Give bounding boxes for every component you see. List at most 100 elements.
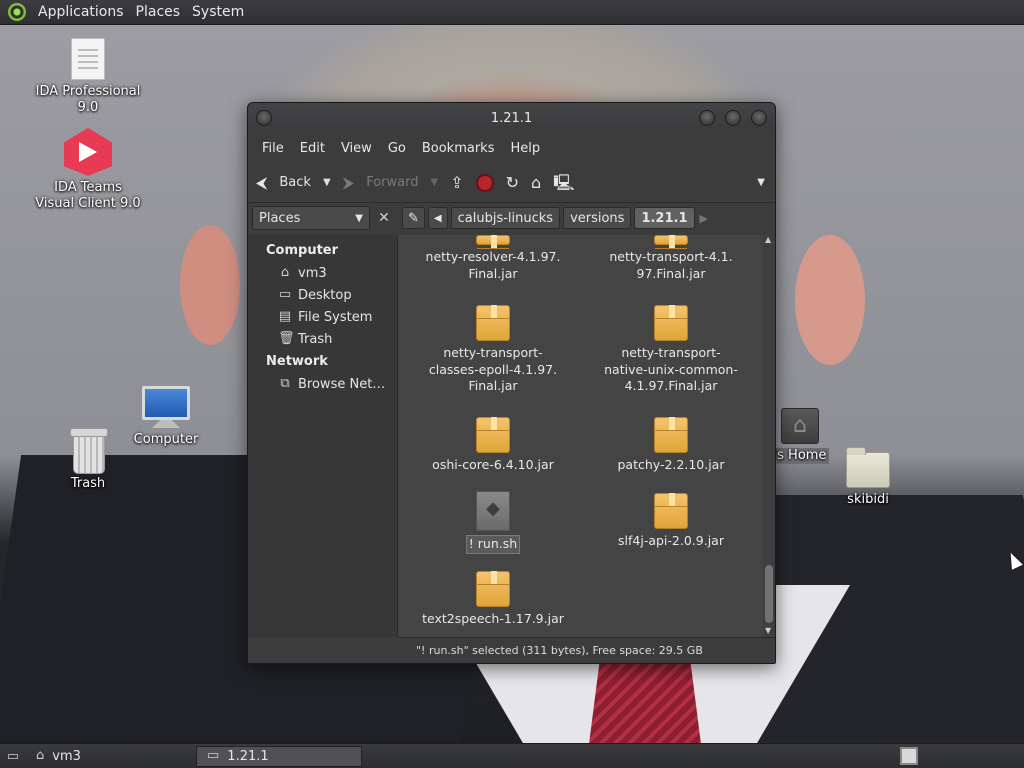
arrow-right-icon: ⮞ [342, 172, 355, 192]
menu-bookmarks[interactable]: Bookmarks [414, 141, 503, 156]
desktop-icon-label: Trash [70, 476, 106, 491]
forward-button[interactable]: ⮞ Forward ▼ [342, 172, 439, 192]
breadcrumb-item[interactable]: calubjs-linucks [450, 207, 561, 229]
toggle-location-entry-button[interactable]: ✎ [402, 207, 425, 229]
desktop-icon-ida-teams[interactable]: IDA Teams Visual Client 9.0 [28, 128, 148, 212]
file-name: slf4j-api-2.0.9.jar [618, 533, 724, 548]
close-sidebar-button[interactable]: ✕ [374, 207, 394, 229]
taskbar-item-vm3[interactable]: ⌂ vm3 [26, 746, 192, 767]
distro-logo-icon[interactable] [8, 3, 26, 21]
sidebar-item-label: Desktop [298, 287, 352, 303]
package-icon [654, 417, 688, 453]
scroll-up-icon[interactable]: ▲ [765, 235, 771, 244]
file-item[interactable]: text2speech-1.17.9.jar [408, 571, 578, 628]
menubar: File Edit View Go Bookmarks Help [248, 133, 775, 163]
file-item[interactable]: oshi-core-6.4.10.jar [408, 417, 578, 474]
desktop-icon-trash[interactable]: Trash [28, 428, 148, 492]
close-icon: ✕ [378, 210, 390, 226]
sidebar-item-file-system[interactable]: ▤ File System [248, 306, 397, 328]
up-button[interactable]: ⇪ [450, 174, 463, 191]
computer-stand-icon [152, 420, 180, 428]
home-button[interactable]: ⌂ [531, 174, 541, 191]
maximize-button[interactable] [725, 110, 741, 126]
file-item[interactable]: slf4j-api-2.0.9.jar [586, 493, 756, 550]
reload-button[interactable]: ↻ [505, 172, 520, 192]
file-name: netty-transport-4.1. 97.Final.jar [609, 249, 733, 281]
file-name: oshi-core-6.4.10.jar [432, 457, 554, 472]
status-bar: "! run.sh" selected (311 bytes), Free sp… [398, 637, 775, 663]
package-icon [654, 493, 688, 529]
menu-view[interactable]: View [333, 141, 380, 156]
close-button[interactable] [751, 110, 767, 126]
file-item[interactable]: netty-transport-4.1. 97.Final.jar [586, 235, 756, 282]
vertical-scrollbar[interactable]: ▲ ▼ [763, 235, 775, 637]
location-bar: Places ▼ ✕ ✎ ◀ calubjs-linucks versions … [248, 203, 775, 233]
desktop-icon-skibidi[interactable]: skibidi [808, 447, 928, 508]
workspace-switcher[interactable] [900, 747, 918, 765]
sidebar-selector[interactable]: Places ▼ [252, 206, 370, 230]
breadcrumb-scroll-left-button[interactable]: ◀ [427, 207, 448, 229]
shell-script-icon [476, 491, 510, 531]
taskbar-item-file-manager[interactable]: ▭ 1.21.1 [196, 745, 362, 767]
drive-icon: ▤ [278, 309, 292, 324]
desktop-icon-label: skibidi [847, 492, 889, 507]
stop-button[interactable] [475, 173, 494, 192]
sidebar-item-label: vm3 [298, 265, 327, 281]
computer-icon: 🖳 [553, 172, 575, 192]
chevron-left-icon: ◀ [433, 212, 442, 224]
back-history-dropdown-icon[interactable]: ▼ [323, 177, 331, 188]
package-icon [654, 305, 688, 341]
scrollbar-thumb[interactable] [765, 565, 773, 623]
forward-label: Forward [366, 175, 419, 190]
file-name: text2speech-1.17.9.jar [422, 611, 564, 626]
menu-places[interactable]: Places [132, 4, 185, 20]
file-name: ! run.sh [465, 535, 521, 554]
reload-icon: ↻ [505, 172, 520, 192]
menu-file[interactable]: File [254, 141, 292, 156]
toolbar: ⮜ Back ▼ ⮞ Forward ▼ ⇪ ↻ ⌂ 🖳 ▼ [248, 163, 775, 203]
document-icon [71, 38, 105, 80]
file-manager-window: 1.21.1 File Edit View Go Bookmarks Help … [247, 102, 776, 664]
package-icon [476, 417, 510, 453]
menu-help[interactable]: Help [502, 141, 548, 156]
taskbar-item-label: 1.21.1 [227, 748, 269, 764]
computer-button[interactable]: 🖳 [553, 172, 575, 192]
arrow-left-icon: ⮜ [256, 172, 268, 192]
window-menu-button[interactable] [256, 110, 272, 126]
toolbar-overflow-icon[interactable]: ▼ [757, 177, 765, 188]
menu-system[interactable]: System [188, 4, 248, 20]
file-item[interactable]: patchy-2.2.10.jar [586, 417, 756, 474]
file-grid: netty-resolver-4.1.97. Final.jar netty-t… [398, 235, 775, 637]
file-name: netty-transport- native-unix-common- 4.1… [604, 345, 738, 393]
forward-history-dropdown-icon[interactable]: ▼ [431, 177, 439, 188]
file-name: netty-resolver-4.1.97. Final.jar [425, 249, 561, 281]
file-item[interactable]: netty-transport- classes-epoll-4.1.97. F… [408, 305, 578, 395]
sidebar-item-browse-network[interactable]: ⧉ Browse Net… [248, 373, 397, 395]
minimize-button[interactable] [699, 110, 715, 126]
menu-edit[interactable]: Edit [292, 141, 333, 156]
sidebar-heading-network: Network [266, 354, 328, 369]
show-desktop-icon: ▭ [6, 748, 20, 764]
file-item[interactable]: netty-resolver-4.1.97. Final.jar [408, 235, 578, 282]
desktop-icon-ida-pro[interactable]: IDA Professional 9.0 [28, 38, 148, 116]
home-icon: ⌂ [36, 748, 45, 763]
scroll-down-icon[interactable]: ▼ [765, 626, 771, 635]
desktop-icon-label: IDA Professional 9.0 [35, 84, 141, 115]
status-text: "! run.sh" selected (311 bytes), Free sp… [416, 644, 703, 657]
folder-icon: ▭ [278, 287, 292, 302]
sidebar-item-trash[interactable]: 🗑 Trash [248, 328, 397, 350]
sidebar-item-desktop[interactable]: ▭ Desktop [248, 284, 397, 306]
file-item-selected[interactable]: ! run.sh [408, 491, 578, 554]
back-button[interactable]: ⮜ Back ▼ [256, 172, 331, 192]
breadcrumb-item-current[interactable]: 1.21.1 [634, 207, 695, 229]
show-desktop-button[interactable]: ▭ [0, 744, 26, 768]
folder-icon: ▭ [207, 748, 220, 763]
sidebar-item-vm3[interactable]: ⌂ vm3 [248, 262, 397, 284]
window-titlebar[interactable]: 1.21.1 [248, 103, 775, 133]
file-item[interactable]: netty-transport- native-unix-common- 4.1… [586, 305, 756, 395]
breadcrumb-item[interactable]: versions [563, 207, 632, 229]
menu-applications[interactable]: Applications [34, 4, 128, 20]
chevron-right-icon[interactable]: ▶ [700, 212, 708, 225]
menu-go[interactable]: Go [380, 141, 414, 156]
file-name: patchy-2.2.10.jar [617, 457, 725, 472]
